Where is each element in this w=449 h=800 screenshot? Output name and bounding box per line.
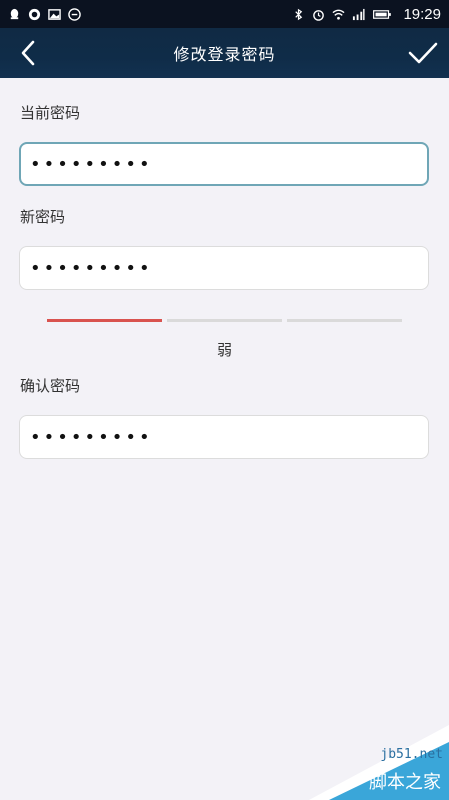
watermark-url: jb51.net <box>380 747 443 762</box>
back-button[interactable] <box>14 38 44 68</box>
status-time: 19:29 <box>403 5 441 23</box>
confirm-password-input[interactable]: ••••••••• <box>19 415 429 459</box>
status-right-icons: 19:29 <box>292 6 441 23</box>
navigation-bar: 修改登录密码 <box>0 28 449 78</box>
strength-segment-2 <box>167 319 282 322</box>
image-icon <box>48 8 61 20</box>
page-title: 修改登录密码 <box>173 45 276 64</box>
minus-icon <box>68 7 81 21</box>
bluetooth-icon <box>295 8 303 20</box>
watermark-name: 脚本之家 <box>369 772 441 793</box>
qq-icon <box>10 8 19 19</box>
strength-segment-3 <box>287 319 402 322</box>
alarm-icon <box>313 9 325 21</box>
current-password-label: 当前密码 <box>20 104 81 122</box>
new-password-input[interactable]: ••••••••• <box>19 246 429 290</box>
confirm-button[interactable] <box>407 38 439 68</box>
strength-segment-1 <box>47 319 162 322</box>
password-strength-meter <box>47 319 402 322</box>
password-strength-label: 弱 <box>216 341 232 359</box>
wifi-icon <box>332 9 345 20</box>
app-icon <box>28 8 41 20</box>
battery-icon <box>373 9 392 19</box>
watermark: jb51.net 脚本之家 <box>289 680 449 800</box>
status-bar: 19:29 <box>0 0 449 28</box>
new-password-label: 新密码 <box>20 208 66 226</box>
confirm-password-label: 确认密码 <box>20 377 81 395</box>
status-left-icons <box>8 7 81 21</box>
signal-icon <box>353 8 365 20</box>
current-password-input[interactable]: ••••••••• <box>19 142 429 186</box>
